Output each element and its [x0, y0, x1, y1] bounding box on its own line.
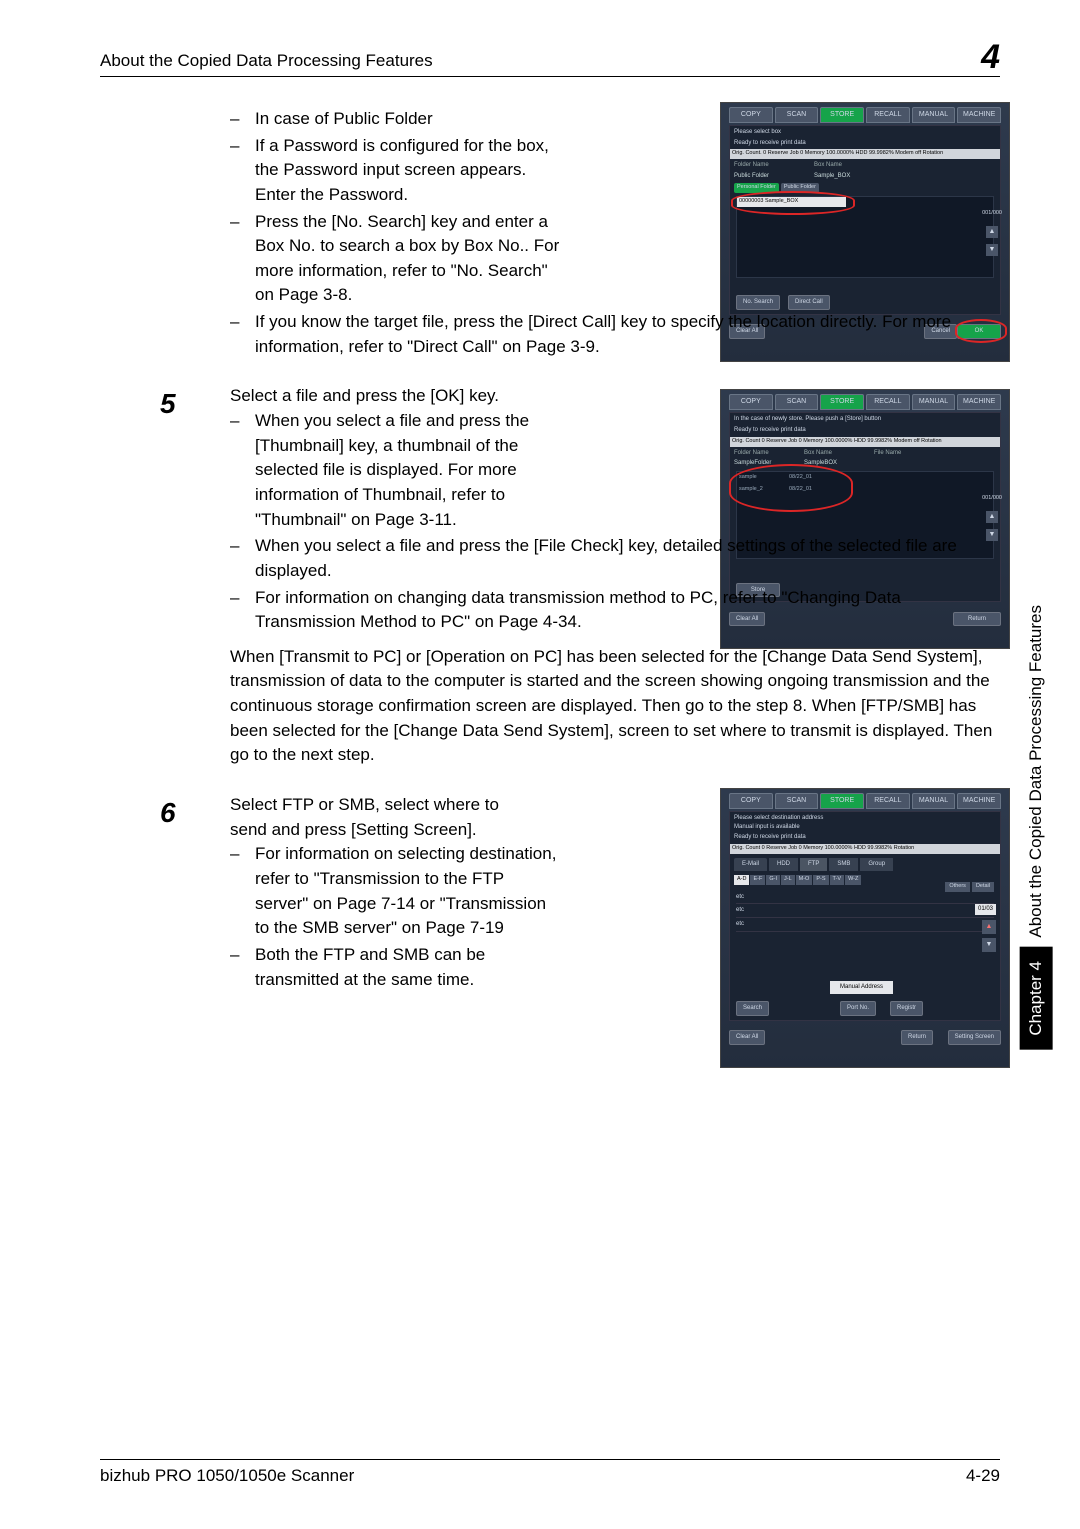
arrow-up-icon: ▲ [986, 511, 998, 523]
bullet: If a Password is configured for the box,… [255, 134, 560, 208]
ss-tab: COPY [729, 394, 773, 410]
step-tail: When [Transmit to PC] or [Operation on P… [230, 645, 1000, 768]
ss-letter: T-V [830, 875, 845, 885]
ss-letter: M-O [796, 875, 813, 885]
ss-tab: SCAN [775, 793, 819, 809]
ss-col: Box Name [814, 161, 842, 170]
ss-tab: MACHINE [957, 394, 1001, 410]
ss-tab: STORE [820, 394, 864, 410]
footer-product: bizhub PRO 1050/1050e Scanner [100, 1464, 354, 1489]
ss-tab: Group [860, 858, 893, 871]
step-6: 6 COPY SCAN STORE RECALL MANUAL MACHINE … [230, 793, 1000, 992]
ss-tab: COPY [729, 793, 773, 809]
ss-tab: RECALL [866, 107, 910, 123]
ss-letter: A-D [734, 875, 749, 885]
footer-page: 4-29 [966, 1464, 1000, 1489]
ss-col: Box Name [804, 449, 874, 458]
ss-strip: Orig. Count 0 Reserve Job 0 Memory 100.0… [730, 437, 1000, 447]
step-lead: Select a file and press the [OK] key. [230, 384, 535, 409]
ss-letter: E-F [750, 875, 765, 885]
ss-tab: COPY [729, 107, 773, 123]
ss-col: Folder Name [734, 449, 804, 458]
ss-tab: SCAN [775, 394, 819, 410]
ss-btn: No. Search [736, 295, 780, 310]
ss-label: Manual Address [830, 981, 893, 994]
arrow-up-icon: ▲ [982, 920, 996, 934]
ss-letter: P-S [813, 875, 828, 885]
ss-btn: Detail [972, 882, 994, 892]
ss-page: 01/03 [975, 904, 996, 915]
ss-strip: Orig. Count 0 Reserve Job 0 Memory 100.0… [730, 844, 1000, 854]
bullet: In case of Public Folder [255, 107, 560, 132]
ss-tab: E-Mail [734, 858, 767, 871]
side-tab: Chapter 4 About the Copied Data Processi… [1022, 470, 1050, 1050]
ss-row: etc [736, 891, 994, 905]
ss-row: etc [736, 904, 994, 918]
ss-letter: G-I [766, 875, 780, 885]
ss-tab: MANUAL [912, 107, 956, 123]
ss-tab: SMB [829, 858, 858, 871]
bullet: For information on changing data transmi… [255, 586, 1000, 635]
bullet: If you know the target file, press the [… [255, 310, 1000, 359]
ss-letter: W-Z [845, 875, 861, 885]
step-lead: Select FTP or SMB, select where to send … [230, 793, 535, 842]
ss-tab: FTP [800, 858, 827, 871]
side-tab-chapter: Chapter 4 [1020, 947, 1053, 1050]
ss-cell: Sample_BOX [814, 172, 850, 181]
arrow-down-icon: ▼ [982, 938, 996, 952]
ss-status: Ready to receive print data [730, 426, 1000, 437]
red-highlight-oval [731, 191, 855, 215]
header-title: About the Copied Data Processing Feature… [100, 49, 433, 74]
ss-col: Folder Name [734, 161, 814, 170]
bullet: For information on selecting destination… [255, 842, 560, 941]
page-header: About the Copied Data Processing Feature… [100, 40, 1000, 77]
ss-tab: STORE [820, 793, 864, 809]
pre-block: COPY SCAN STORE RECALL MANUAL MACHINE Pl… [230, 107, 1000, 359]
screenshot-select-dest: COPY SCAN STORE RECALL MANUAL MACHINE Pl… [720, 788, 1010, 1068]
ss-tab: RECALL [866, 394, 910, 410]
ss-msg: Please select destination address Manual… [730, 812, 1000, 833]
page-footer: bizhub PRO 1050/1050e Scanner 4-29 [100, 1459, 1000, 1489]
bullet: Press the [No. Search] key and enter a B… [255, 210, 560, 309]
step-number: 6 [160, 793, 176, 834]
ss-btn: Port No. [840, 1001, 876, 1016]
bullet: When you select a file and press the [Fi… [255, 534, 1000, 583]
ss-btn: Setting Screen [948, 1030, 1001, 1045]
ss-tab: STORE [820, 107, 864, 123]
ss-btn: Registr [890, 1001, 923, 1016]
ss-count: 001/000 [982, 210, 1002, 218]
ss-tab: MANUAL [912, 394, 956, 410]
bullet: Both the FTP and SMB can be transmitted … [255, 943, 560, 992]
step-5: 5 COPY SCAN STORE RECALL MANUAL MACHINE … [230, 384, 1000, 768]
arrow-up-icon: ▲ [986, 226, 998, 238]
ss-msg: Please select box [730, 126, 1000, 139]
ss-strip: Orig. Count. 0 Reserve Job 0 Memory 100.… [730, 149, 1000, 159]
ss-status: Ready to receive print data [730, 833, 1000, 844]
ss-btn: Search [736, 1001, 769, 1016]
arrow-down-icon: ▼ [986, 244, 998, 256]
ss-btn: Return [901, 1030, 933, 1045]
red-highlight-oval [729, 464, 853, 512]
ss-btn: Others [945, 882, 970, 892]
ss-count: 001/000 [982, 495, 1002, 503]
ss-btn: Clear All [729, 1030, 765, 1045]
chapter-number: 4 [981, 40, 1000, 74]
ss-status: Ready to receive print data [730, 139, 1000, 150]
bullet: When you select a file and press the [Th… [255, 409, 560, 532]
step-number: 5 [160, 384, 176, 425]
ss-msg: In the case of newly store. Please push … [730, 413, 1000, 426]
ss-btn: Direct Call [788, 295, 830, 310]
side-tab-section: About the Copied Data Processing Feature… [1020, 595, 1053, 948]
ss-tab: SCAN [775, 107, 819, 123]
ss-cell: Public Folder [734, 172, 814, 181]
ss-tab: MACHINE [957, 793, 1001, 809]
ss-col: File Name [874, 449, 901, 458]
ss-row: etc [736, 918, 994, 932]
ss-tab: RECALL [866, 793, 910, 809]
ss-tab: HDD [769, 858, 798, 871]
ss-letter: J-L [781, 875, 795, 885]
ss-tab: MANUAL [912, 793, 956, 809]
ss-tab: MACHINE [957, 107, 1001, 123]
